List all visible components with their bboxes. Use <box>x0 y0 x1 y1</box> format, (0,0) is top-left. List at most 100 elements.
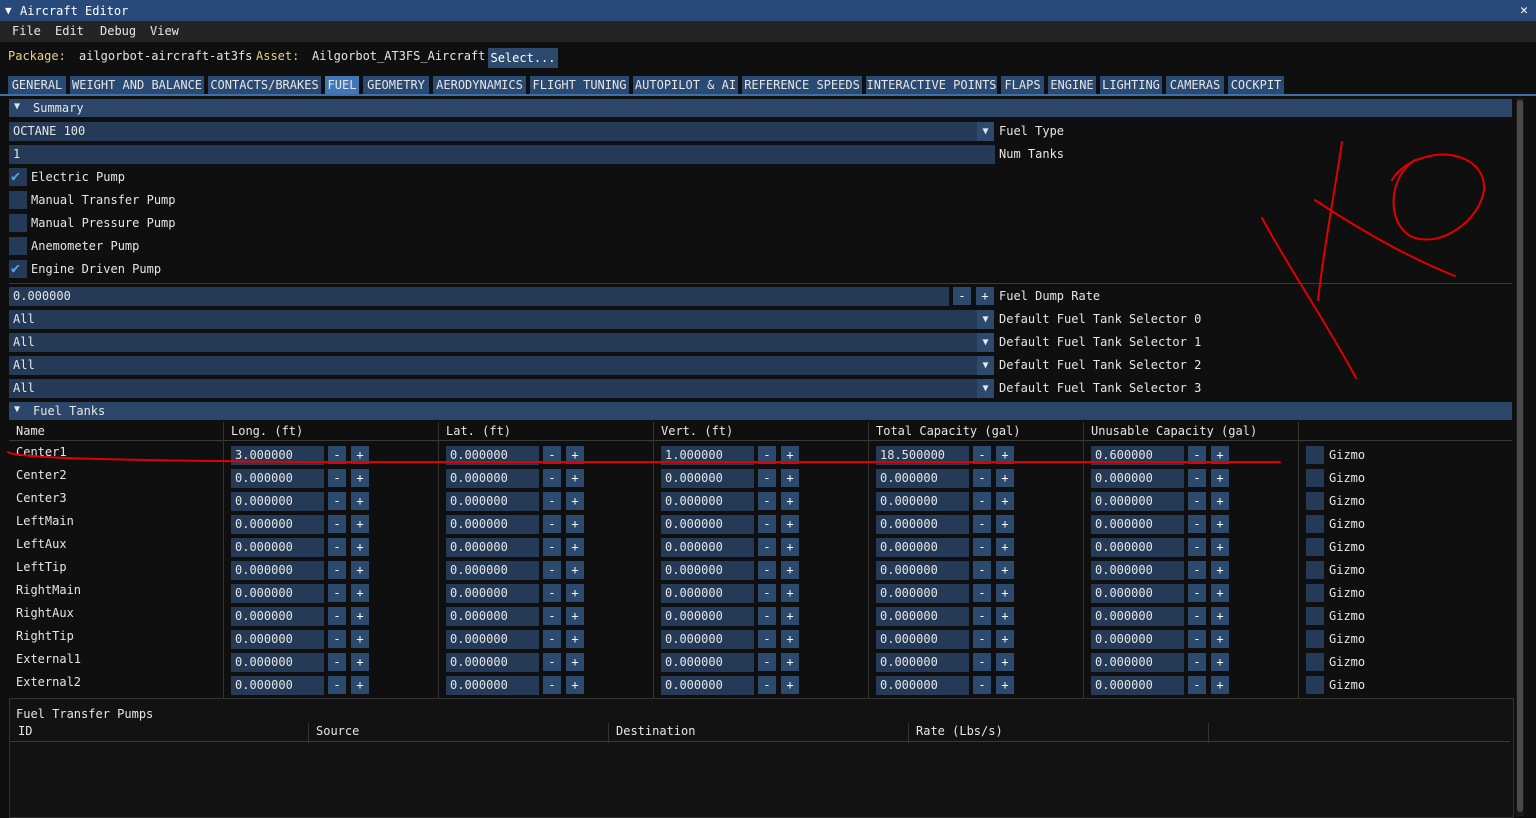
increment-button[interactable]: + <box>1211 607 1229 625</box>
increment-button[interactable]: + <box>1211 630 1229 648</box>
tank-total-capacity-input[interactable]: 0.000000 <box>876 561 969 580</box>
increment-button[interactable]: + <box>781 515 799 533</box>
increment-button[interactable]: + <box>566 492 584 510</box>
tank-total-capacity-input[interactable]: 0.000000 <box>876 584 969 603</box>
summary-header[interactable]: ▼ Summary <box>9 99 1512 117</box>
increment-button[interactable]: + <box>976 287 994 305</box>
increment-button[interactable]: + <box>351 446 369 464</box>
decrement-button[interactable]: - <box>543 676 561 694</box>
select-asset-button[interactable]: Select... <box>488 48 558 68</box>
increment-button[interactable]: + <box>781 607 799 625</box>
tab-aerodynamics[interactable]: AERODYNAMICS <box>433 76 526 94</box>
gizmo-checkbox[interactable] <box>1306 561 1324 579</box>
increment-button[interactable]: + <box>996 492 1014 510</box>
increment-button[interactable]: + <box>566 630 584 648</box>
tank-unusable-capacity-input[interactable]: 0.000000 <box>1091 584 1184 603</box>
tank-long-input[interactable]: 0.000000 <box>231 538 324 557</box>
tank-vert-input[interactable]: 0.000000 <box>661 584 754 603</box>
window-titlebar[interactable]: ▼ Aircraft Editor ✕ <box>0 0 1536 21</box>
decrement-button[interactable]: - <box>973 653 991 671</box>
fuel-tank-selector-combo[interactable]: All <box>9 379 979 398</box>
gizmo-checkbox[interactable] <box>1306 446 1324 464</box>
tank-total-capacity-input[interactable]: 0.000000 <box>876 515 969 534</box>
increment-button[interactable]: + <box>1211 446 1229 464</box>
decrement-button[interactable]: - <box>758 492 776 510</box>
gizmo-checkbox[interactable] <box>1306 653 1324 671</box>
decrement-button[interactable]: - <box>1188 515 1206 533</box>
decrement-button[interactable]: - <box>543 446 561 464</box>
increment-button[interactable]: + <box>781 538 799 556</box>
decrement-button[interactable]: - <box>973 446 991 464</box>
decrement-button[interactable]: - <box>1188 492 1206 510</box>
tank-lat-input[interactable]: 0.000000 <box>446 492 539 511</box>
decrement-button[interactable]: - <box>1188 630 1206 648</box>
increment-button[interactable]: + <box>996 515 1014 533</box>
increment-button[interactable]: + <box>566 676 584 694</box>
tank-unusable-capacity-input[interactable]: 0.000000 <box>1091 630 1184 649</box>
tank-vert-input[interactable]: 0.000000 <box>661 538 754 557</box>
increment-button[interactable]: + <box>1211 469 1229 487</box>
tank-long-input[interactable]: 0.000000 <box>231 492 324 511</box>
decrement-button[interactable]: - <box>543 630 561 648</box>
tank-vert-input[interactable]: 0.000000 <box>661 607 754 626</box>
decrement-button[interactable]: - <box>973 584 991 602</box>
fuel-tank-selector-combo[interactable]: All <box>9 356 979 375</box>
menu-file[interactable]: File <box>12 24 41 38</box>
menu-debug[interactable]: Debug <box>100 24 136 38</box>
gizmo-checkbox[interactable] <box>1306 492 1324 510</box>
menu-edit[interactable]: Edit <box>55 24 84 38</box>
fuel-type-combo[interactable]: OCTANE 100 <box>9 122 979 141</box>
increment-button[interactable]: + <box>1211 676 1229 694</box>
tank-unusable-capacity-input[interactable]: 0.000000 <box>1091 653 1184 672</box>
fuel-tanks-header[interactable]: ▼ Fuel Tanks <box>9 402 1512 420</box>
tab-engine[interactable]: ENGINE <box>1048 76 1096 94</box>
tab-flight-tuning[interactable]: FLIGHT TUNING <box>530 76 629 94</box>
increment-button[interactable]: + <box>351 515 369 533</box>
tank-total-capacity-input[interactable]: 0.000000 <box>876 630 969 649</box>
gizmo-checkbox[interactable] <box>1306 584 1324 602</box>
increment-button[interactable]: + <box>781 561 799 579</box>
increment-button[interactable]: + <box>1211 515 1229 533</box>
increment-button[interactable]: + <box>781 630 799 648</box>
vertical-scrollbar[interactable] <box>1516 98 1524 816</box>
decrement-button[interactable]: - <box>328 469 346 487</box>
tank-total-capacity-input[interactable]: 0.000000 <box>876 653 969 672</box>
decrement-button[interactable]: - <box>758 538 776 556</box>
tab-lighting[interactable]: LIGHTING <box>1100 76 1162 94</box>
tank-lat-input[interactable]: 0.000000 <box>446 446 539 465</box>
decrement-button[interactable]: - <box>973 492 991 510</box>
increment-button[interactable]: + <box>996 653 1014 671</box>
tank-vert-input[interactable]: 0.000000 <box>661 561 754 580</box>
tank-vert-input[interactable]: 1.000000 <box>661 446 754 465</box>
scrollbar-thumb[interactable] <box>1517 100 1523 812</box>
decrement-button[interactable]: - <box>328 561 346 579</box>
decrement-button[interactable]: - <box>758 561 776 579</box>
decrement-button[interactable]: - <box>543 584 561 602</box>
tank-total-capacity-input[interactable]: 0.000000 <box>876 676 969 695</box>
decrement-button[interactable]: - <box>543 653 561 671</box>
tank-long-input[interactable]: 0.000000 <box>231 584 324 603</box>
tank-lat-input[interactable]: 0.000000 <box>446 561 539 580</box>
increment-button[interactable]: + <box>566 515 584 533</box>
gizmo-checkbox[interactable] <box>1306 630 1324 648</box>
decrement-button[interactable]: - <box>953 287 971 305</box>
gizmo-checkbox[interactable] <box>1306 538 1324 556</box>
decrement-button[interactable]: - <box>758 469 776 487</box>
increment-button[interactable]: + <box>566 607 584 625</box>
increment-button[interactable]: + <box>351 584 369 602</box>
increment-button[interactable]: + <box>351 538 369 556</box>
decrement-button[interactable]: - <box>328 515 346 533</box>
combo-arrow-icon[interactable]: ▼ <box>977 122 994 141</box>
fuel-tank-selector-combo[interactable]: All <box>9 333 979 352</box>
gizmo-checkbox[interactable] <box>1306 469 1324 487</box>
tank-lat-input[interactable]: 0.000000 <box>446 584 539 603</box>
decrement-button[interactable]: - <box>1188 561 1206 579</box>
decrement-button[interactable]: - <box>328 492 346 510</box>
tank-unusable-capacity-input[interactable]: 0.000000 <box>1091 492 1184 511</box>
pump-checkbox[interactable] <box>9 237 27 255</box>
decrement-button[interactable]: - <box>328 630 346 648</box>
tank-unusable-capacity-input[interactable]: 0.000000 <box>1091 561 1184 580</box>
increment-button[interactable]: + <box>781 492 799 510</box>
tank-unusable-capacity-input[interactable]: 0.000000 <box>1091 676 1184 695</box>
tank-unusable-capacity-input[interactable]: 0.000000 <box>1091 538 1184 557</box>
